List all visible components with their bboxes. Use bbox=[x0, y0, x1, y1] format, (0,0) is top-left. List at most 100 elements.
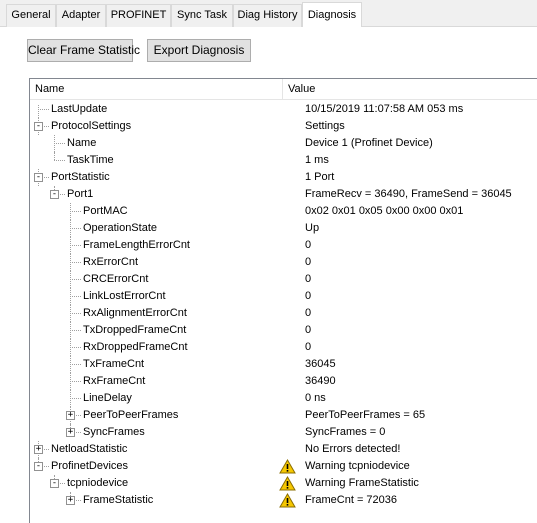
tree-connector bbox=[70, 398, 81, 399]
column-header-value[interactable]: Value bbox=[283, 79, 537, 100]
warning-icon bbox=[279, 476, 296, 491]
tree-connector bbox=[70, 211, 81, 212]
collapse-icon[interactable]: - bbox=[34, 122, 43, 131]
tree-connector bbox=[70, 381, 81, 382]
tree-connector bbox=[76, 500, 81, 501]
expand-icon[interactable]: + bbox=[66, 411, 75, 420]
tree-item-peer-to-peer-frames: PeerToPeerFrames bbox=[83, 409, 179, 421]
tree-connector bbox=[44, 466, 49, 467]
tree-item-link-lost-error-cnt: LinkLostErrorCnt bbox=[83, 290, 166, 302]
tree-value: 1 Port bbox=[305, 171, 335, 183]
tree-row[interactable]: TxDroppedFrameCnt 0 bbox=[30, 322, 537, 339]
tree-value: Warning tcpniodevice bbox=[305, 460, 410, 472]
tree-item-frame-statistic: FrameStatistic bbox=[83, 494, 154, 506]
tree-row[interactable]: + FrameStatistic FrameCnt = 72036 bbox=[30, 492, 537, 509]
tree-row[interactable]: TaskTime 1 ms bbox=[30, 152, 537, 169]
tree-value: PeerToPeerFrames = 65 bbox=[305, 409, 426, 421]
collapse-icon[interactable]: - bbox=[50, 190, 59, 199]
tree-row[interactable]: - ProfinetDevices Warning tcpniodevice bbox=[30, 458, 537, 475]
tree-row[interactable]: - ProtocolSettings Settings bbox=[30, 118, 537, 135]
warning-icon bbox=[279, 459, 296, 474]
tree-item-netload-statistic: NetloadStatistic bbox=[51, 443, 128, 455]
tree-value: 0 bbox=[305, 290, 312, 302]
tree-value: SyncFrames = 0 bbox=[305, 426, 386, 438]
clear-frame-statistic-button[interactable]: Clear Frame Statistic bbox=[27, 39, 140, 62]
tree-row[interactable]: Name Device 1 (Profinet Device) bbox=[30, 135, 537, 152]
tree-value: Warning FrameStatistic bbox=[305, 477, 419, 489]
tree-item-rx-frame-cnt: RxFrameCnt bbox=[83, 375, 146, 387]
tree-connector bbox=[70, 245, 81, 246]
tab-diagnosis[interactable]: Diagnosis bbox=[302, 2, 362, 27]
tree-item-profinet-devices: ProfinetDevices bbox=[51, 460, 129, 472]
expand-icon[interactable]: + bbox=[34, 445, 43, 454]
tree-row[interactable]: RxFrameCnt 36490 bbox=[30, 373, 537, 390]
tree-header: Name Value bbox=[30, 79, 537, 100]
tree-row[interactable]: OperationState Up bbox=[30, 220, 537, 237]
tree-item-tx-frame-cnt: TxFrameCnt bbox=[83, 358, 145, 370]
tree-value: FrameCnt = 72036 bbox=[305, 494, 398, 506]
tree-row[interactable]: RxDroppedFrameCnt 0 bbox=[30, 339, 537, 356]
tree-item-operation-state: OperationState bbox=[83, 222, 157, 234]
tree-connector bbox=[70, 279, 81, 280]
tree-value: 36045 bbox=[305, 358, 336, 370]
tree-item-port-statistic: PortStatistic bbox=[51, 171, 110, 183]
tree-connector bbox=[70, 330, 81, 331]
tree-connector bbox=[76, 415, 81, 416]
tree-connector bbox=[38, 109, 49, 110]
tree-value: 0 bbox=[305, 324, 312, 336]
tree-row[interactable]: PortMAC 0x02 0x01 0x05 0x00 0x00 0x01 bbox=[30, 203, 537, 220]
tree-value: Settings bbox=[305, 120, 345, 132]
tree-row[interactable]: + PeerToPeerFrames PeerToPeerFrames = 65 bbox=[30, 407, 537, 424]
tree-row[interactable]: RxErrorCnt 0 bbox=[30, 254, 537, 271]
tree-row[interactable]: + NetloadStatistic No Errors detected! bbox=[30, 441, 537, 458]
diagnosis-tree[interactable]: Name Value LastUpdate 10/15/2019 11:07:58… bbox=[29, 78, 537, 523]
tab-sync-task[interactable]: Sync Task bbox=[171, 4, 233, 27]
tab-adapter[interactable]: Adapter bbox=[56, 4, 106, 27]
tree-item-name: Name bbox=[67, 137, 97, 149]
tree-row[interactable]: CRCErrorCnt 0 bbox=[30, 271, 537, 288]
tab-profinet[interactable]: PROFINET bbox=[106, 4, 171, 27]
export-diagnosis-button[interactable]: Export Diagnosis bbox=[147, 39, 251, 62]
tree-row[interactable]: TxFrameCnt 36045 bbox=[30, 356, 537, 373]
tree-connector bbox=[70, 364, 81, 365]
tree-value: Device 1 (Profinet Device) bbox=[305, 137, 433, 149]
collapse-icon[interactable]: - bbox=[50, 479, 59, 488]
tree-row[interactable]: LineDelay 0 ns bbox=[30, 390, 537, 407]
tab-general[interactable]: General bbox=[6, 4, 56, 27]
tree-value: No Errors detected! bbox=[305, 443, 401, 455]
expand-icon[interactable]: + bbox=[66, 428, 75, 437]
collapse-icon[interactable]: - bbox=[34, 462, 43, 471]
tree-row[interactable]: LinkLostErrorCnt 0 bbox=[30, 288, 537, 305]
tree-value: 0x02 0x01 0x05 0x00 0x00 0x01 bbox=[305, 205, 464, 217]
tree-item-line-delay: LineDelay bbox=[83, 392, 132, 404]
tree-value: 0 bbox=[305, 256, 312, 268]
tree-connector bbox=[54, 143, 65, 144]
tree-row[interactable]: LastUpdate 10/15/2019 11:07:58 AM 053 ms bbox=[30, 101, 537, 118]
tree-row[interactable]: + SyncFrames SyncFrames = 0 bbox=[30, 424, 537, 441]
tree-row[interactable]: - Port1 FrameRecv = 36490, FrameSend = 360… bbox=[30, 186, 537, 203]
column-header-name[interactable]: Name bbox=[30, 79, 282, 100]
tree-value: 0 ns bbox=[305, 392, 326, 404]
tree-item-port1: Port1 bbox=[67, 188, 94, 200]
expand-icon[interactable]: + bbox=[66, 496, 75, 505]
tree-item-port-mac: PortMAC bbox=[83, 205, 128, 217]
tree-row[interactable]: - PortStatistic 1 Port bbox=[30, 169, 537, 186]
tree-item-crcerror-cnt: CRCErrorCnt bbox=[83, 273, 149, 285]
tree-value: FrameRecv = 36490, FrameSend = 36045 bbox=[305, 188, 512, 200]
tree-connector bbox=[60, 483, 65, 484]
collapse-icon[interactable]: - bbox=[34, 173, 43, 182]
tree-row[interactable]: FrameLengthErrorCnt 0 bbox=[30, 237, 537, 254]
tree-value: 0 bbox=[305, 239, 312, 251]
tab-diag-history[interactable]: Diag History bbox=[233, 4, 302, 27]
tree-item-sync-frames: SyncFrames bbox=[83, 426, 145, 438]
tree-connector bbox=[70, 262, 81, 263]
tree-connector bbox=[70, 228, 81, 229]
tree-row[interactable]: RxAlignmentErrorCnt 0 bbox=[30, 305, 537, 322]
tree-item-tx-dropped-frame-cnt: TxDroppedFrameCnt bbox=[83, 324, 187, 336]
tree-connector bbox=[44, 449, 49, 450]
tree-item-rx-alignment-error-cnt: RxAlignmentErrorCnt bbox=[83, 307, 187, 319]
tree-item-last-update: LastUpdate bbox=[51, 103, 108, 115]
tree-item-protocol-settings: ProtocolSettings bbox=[51, 120, 132, 132]
warning-icon bbox=[279, 493, 296, 508]
tree-row[interactable]: - tcpniodevice Warning FrameStatistic bbox=[30, 475, 537, 492]
